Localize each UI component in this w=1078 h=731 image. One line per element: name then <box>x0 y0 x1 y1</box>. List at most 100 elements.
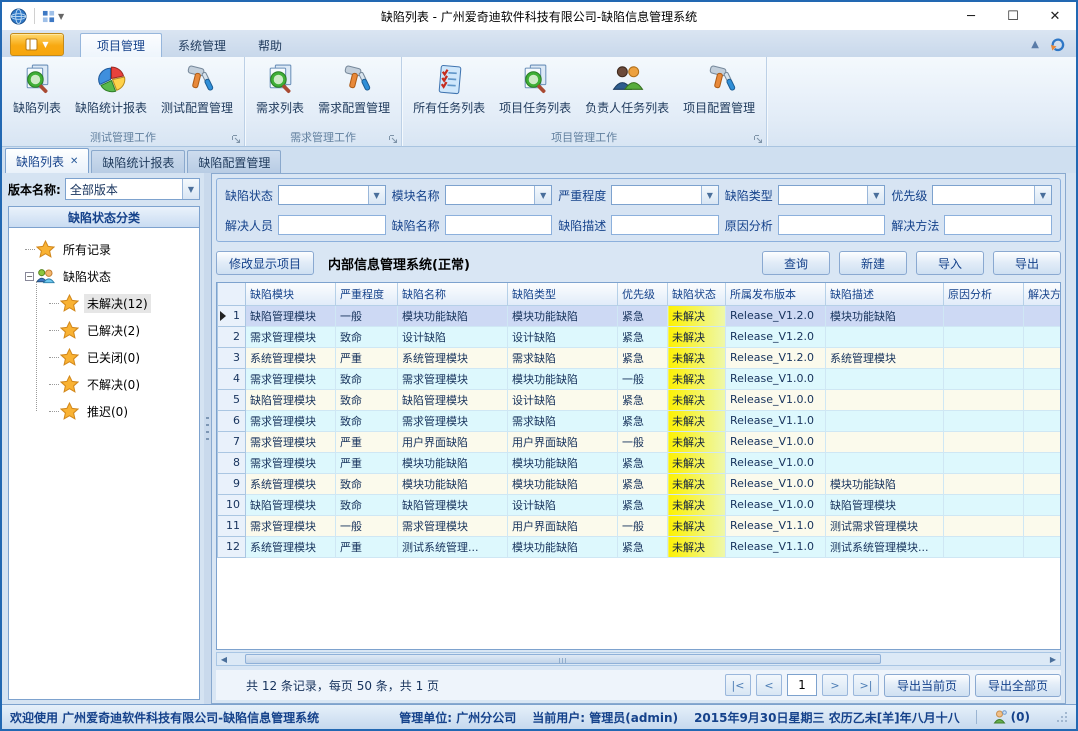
quick-access-toolbar-button[interactable]: ▼ <box>42 10 64 23</box>
grid-cell-description[interactable]: 系统管理模块 <box>826 347 944 368</box>
grid-cell-type[interactable]: 设计缺陷 <box>508 494 618 515</box>
grid-cell-version[interactable]: Release_V1.1.0 <box>726 410 826 431</box>
new-button[interactable]: 新建 <box>839 251 907 275</box>
grid-row[interactable]: 7需求管理模块严重用户界面缺陷用户界面缺陷一般未解决Release_V1.0.0 <box>218 431 1062 452</box>
grid-cell-description[interactable]: 测试系统管理模块... <box>826 536 944 557</box>
requirement-list-button[interactable]: 需求列表 <box>249 60 311 128</box>
grid-cell-status[interactable]: 未解决 <box>668 389 726 410</box>
grid-cell-name[interactable]: 模块功能缺陷 <box>398 452 508 473</box>
grid-header-severity[interactable]: 严重程度 <box>336 283 398 305</box>
grid-cell-description[interactable] <box>826 389 944 410</box>
resize-grip-icon[interactable] <box>1056 711 1068 723</box>
grid-cell-module[interactable]: 缺陷管理模块 <box>246 389 336 410</box>
row-number[interactable]: 3 <box>218 347 246 368</box>
ribbon-tab-help[interactable]: 帮助 <box>242 33 298 57</box>
grid-cell-description[interactable] <box>826 326 944 347</box>
grid-cell-type[interactable]: 模块功能缺陷 <box>508 536 618 557</box>
grid-cell-priority[interactable]: 紧急 <box>618 452 668 473</box>
grid-cell-version[interactable]: Release_V1.0.0 <box>726 368 826 389</box>
grid-row[interactable]: 2需求管理模块致命设计缺陷设计缺陷紧急未解决Release_V1.2.0 <box>218 326 1062 347</box>
tab-defect-stats[interactable]: 缺陷统计报表 <box>91 150 185 173</box>
grid-cell-module[interactable]: 系统管理模块 <box>246 536 336 557</box>
grid-cell-module[interactable]: 需求管理模块 <box>246 452 336 473</box>
version-combo[interactable]: 全部版本 ▼ <box>65 178 200 200</box>
row-number[interactable]: 2 <box>218 326 246 347</box>
tab-defect-list[interactable]: 缺陷列表 ✕ <box>5 148 89 173</box>
dialog-launcher-icon[interactable] <box>754 135 763 144</box>
grid-cell-module[interactable]: 需求管理模块 <box>246 368 336 389</box>
grid-cell-severity[interactable]: 严重 <box>336 347 398 368</box>
grid-cell-status[interactable]: 未解决 <box>668 368 726 389</box>
grid-cell-type[interactable]: 设计缺陷 <box>508 389 618 410</box>
grid-cell-solution[interactable] <box>1024 536 1062 557</box>
online-users-indicator[interactable]: (0) <box>993 710 1030 724</box>
export-button[interactable]: 导出 <box>993 251 1061 275</box>
export-current-page-button[interactable]: 导出当前页 <box>884 674 970 697</box>
grid-cell-module[interactable]: 缺陷管理模块 <box>246 494 336 515</box>
import-button[interactable]: 导入 <box>916 251 984 275</box>
grid-cell-severity[interactable]: 致命 <box>336 368 398 389</box>
filter-defect-desc-input[interactable] <box>611 215 719 235</box>
grid-cell-priority[interactable]: 紧急 <box>618 305 668 326</box>
row-number[interactable]: 9 <box>218 473 246 494</box>
about-refresh-icon[interactable] <box>1049 36 1066 53</box>
grid-cell-priority[interactable]: 紧急 <box>618 326 668 347</box>
row-number[interactable]: 8 <box>218 452 246 473</box>
chevron-down-icon[interactable]: ▼ <box>701 186 718 204</box>
grid-cell-solution[interactable] <box>1024 452 1062 473</box>
grid-cell-description[interactable]: 模块功能缺陷 <box>826 305 944 326</box>
grid-cell-name[interactable]: 缺陷管理模块 <box>398 389 508 410</box>
grid-cell-version[interactable]: Release_V1.0.0 <box>726 452 826 473</box>
grid-cell-status[interactable]: 未解决 <box>668 473 726 494</box>
grid-cell-severity[interactable]: 致命 <box>336 473 398 494</box>
test-config-button[interactable]: 测试配置管理 <box>154 60 240 128</box>
scroll-right-icon[interactable]: ▶ <box>1046 653 1060 665</box>
grid-cell-version[interactable]: Release_V1.1.0 <box>726 536 826 557</box>
row-number[interactable]: 6 <box>218 410 246 431</box>
grid-row[interactable]: 5缺陷管理模块致命缺陷管理模块设计缺陷紧急未解决Release_V1.0.0 <box>218 389 1062 410</box>
scrollbar-thumb[interactable] <box>245 654 881 664</box>
filter-module-name-combo[interactable]: ▼ <box>445 185 553 205</box>
scroll-left-icon[interactable]: ◀ <box>217 653 231 665</box>
project-config-button[interactable]: 项目配置管理 <box>676 60 762 128</box>
grid-header-cause[interactable]: 原因分析 <box>944 283 1024 305</box>
grid-cell-type[interactable]: 模块功能缺陷 <box>508 473 618 494</box>
grid-cell-solution[interactable] <box>1024 515 1062 536</box>
grid-cell-name[interactable]: 需求管理模块 <box>398 368 508 389</box>
tree-item-unresolved[interactable]: 未解决(12) <box>45 290 199 317</box>
ribbon-tab-project-management[interactable]: 项目管理 <box>80 33 162 57</box>
close-tab-icon[interactable]: ✕ <box>70 156 78 167</box>
grid-header-type[interactable]: 缺陷类型 <box>508 283 618 305</box>
grid-cell-status[interactable]: 未解决 <box>668 494 726 515</box>
grid-row[interactable]: 6需求管理模块致命需求管理模块需求缺陷紧急未解决Release_V1.1.0 <box>218 410 1062 431</box>
grid-cell-module[interactable]: 需求管理模块 <box>246 410 336 431</box>
grid-cell-version[interactable]: Release_V1.2.0 <box>726 347 826 368</box>
owner-tasks-button[interactable]: 负责人任务列表 <box>578 60 676 128</box>
first-page-button[interactable]: |< <box>725 674 751 696</box>
grid-cell-module[interactable]: 需求管理模块 <box>246 515 336 536</box>
grid-cell-severity[interactable]: 严重 <box>336 431 398 452</box>
grid-cell-type[interactable]: 需求缺陷 <box>508 347 618 368</box>
grid-cell-name[interactable]: 系统管理模块 <box>398 347 508 368</box>
export-all-pages-button[interactable]: 导出全部页 <box>975 674 1061 697</box>
ribbon-tab-system-management[interactable]: 系统管理 <box>162 33 242 57</box>
chevron-down-icon[interactable]: ▼ <box>182 179 199 199</box>
grid-cell-cause[interactable] <box>944 452 1024 473</box>
grid-cell-status[interactable]: 未解决 <box>668 515 726 536</box>
filter-cause-analysis-input[interactable] <box>778 215 886 235</box>
horizontal-scrollbar[interactable]: ◀ ▶ <box>216 652 1061 666</box>
grid-cell-description[interactable]: 测试需求管理模块 <box>826 515 944 536</box>
tab-defect-config[interactable]: 缺陷配置管理 <box>187 150 281 173</box>
chevron-down-icon[interactable]: ▼ <box>368 186 385 204</box>
tree-item-postponed[interactable]: 推迟(0) <box>45 398 199 425</box>
grid-cell-severity[interactable]: 一般 <box>336 305 398 326</box>
grid-cell-cause[interactable] <box>944 347 1024 368</box>
grid-cell-severity[interactable]: 一般 <box>336 515 398 536</box>
grid-cell-severity[interactable]: 致命 <box>336 326 398 347</box>
grid-cell-severity[interactable]: 致命 <box>336 494 398 515</box>
grid-cell-cause[interactable] <box>944 410 1024 431</box>
grid-cell-priority[interactable]: 紧急 <box>618 473 668 494</box>
grid-cell-solution[interactable] <box>1024 305 1062 326</box>
grid-cell-name[interactable]: 需求管理模块 <box>398 515 508 536</box>
next-page-button[interactable]: > <box>822 674 848 696</box>
